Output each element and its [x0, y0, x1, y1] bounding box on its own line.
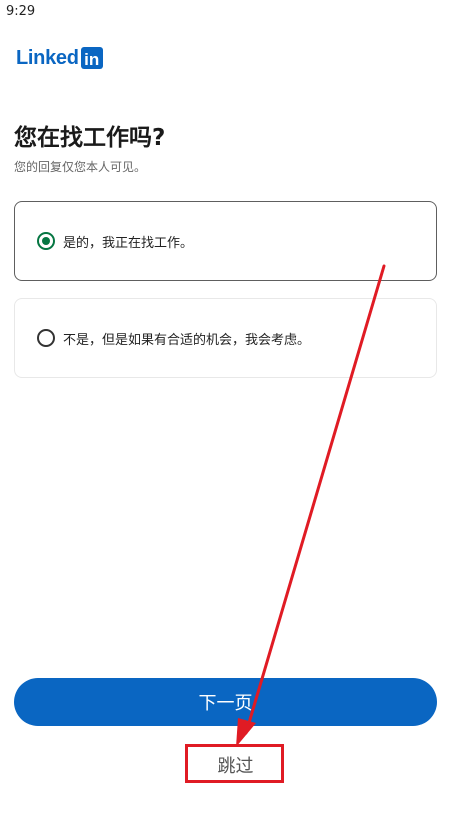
logo-in-box: in: [80, 47, 103, 69]
radio-selected-icon[interactable]: [37, 232, 55, 250]
linkedin-logo: Linked in: [16, 46, 103, 70]
option-yes[interactable]: 是的，我正在找工作。: [14, 201, 437, 281]
skip-button[interactable]: 跳过: [187, 746, 284, 784]
page-title: 您在找工作吗?: [14, 125, 166, 151]
option-yes-label: 是的，我正在找工作。: [63, 235, 194, 251]
status-bar-time: 9:29: [6, 4, 36, 19]
option-maybe[interactable]: 不是，但是如果有合适的机会，我会考虑。: [14, 298, 437, 378]
radio-unselected-icon[interactable]: [37, 329, 55, 347]
next-button[interactable]: 下一页: [14, 678, 437, 726]
logo-wordmark: Linked: [16, 46, 79, 69]
option-maybe-label: 不是，但是如果有合适的机会，我会考虑。: [63, 332, 311, 348]
page-subtitle: 您的回复仅您本人可见。: [14, 160, 147, 174]
